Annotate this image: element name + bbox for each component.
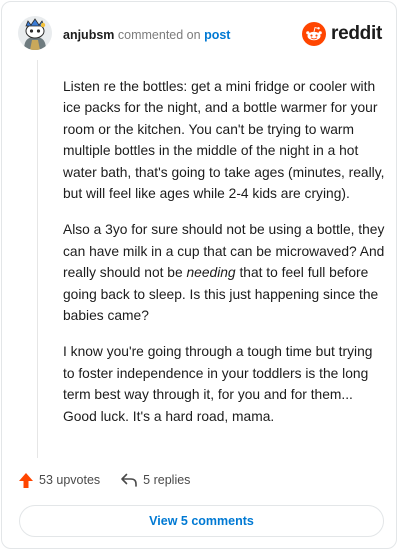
reply-arrow-icon [121, 473, 137, 487]
comment-card: anjubsm commented on post reddit Listen … [1, 1, 397, 549]
comment-header: anjubsm commented on post reddit [18, 16, 382, 52]
upvote-arrow-icon [19, 472, 33, 488]
comment-actions: 53 upvotes 5 replies [18, 470, 190, 490]
avatar[interactable] [18, 16, 52, 50]
upvote-count: 53 upvotes [39, 473, 101, 487]
username[interactable]: anjubsm [63, 28, 114, 42]
paragraph: I know you're going through a tough time… [63, 344, 373, 424]
view-comments-button[interactable]: View 5 comments [19, 505, 384, 537]
reddit-brand[interactable]: reddit [302, 21, 382, 47]
brand-wordmark: reddit [331, 23, 382, 44]
reply-count: 5 replies [143, 473, 191, 487]
meta-verb: commented on [117, 28, 201, 42]
comment-meta: anjubsm commented on post [63, 28, 230, 42]
reddit-logo-icon [302, 22, 327, 46]
paragraph: Listen re the bottles: get a mini fridge… [63, 79, 385, 202]
thread-line [37, 60, 38, 458]
comment-body: Listen re the bottles: get a mini fridge… [63, 76, 385, 442]
paragraph: Also a 3yo for sure should not be using … [63, 222, 385, 324]
snoo-avatar-icon [18, 16, 52, 50]
replies-button[interactable]: 5 replies [120, 472, 190, 488]
post-link[interactable]: post [204, 28, 230, 42]
emphasis: needing [186, 265, 236, 281]
upvote-button[interactable]: 53 upvotes [18, 472, 100, 489]
